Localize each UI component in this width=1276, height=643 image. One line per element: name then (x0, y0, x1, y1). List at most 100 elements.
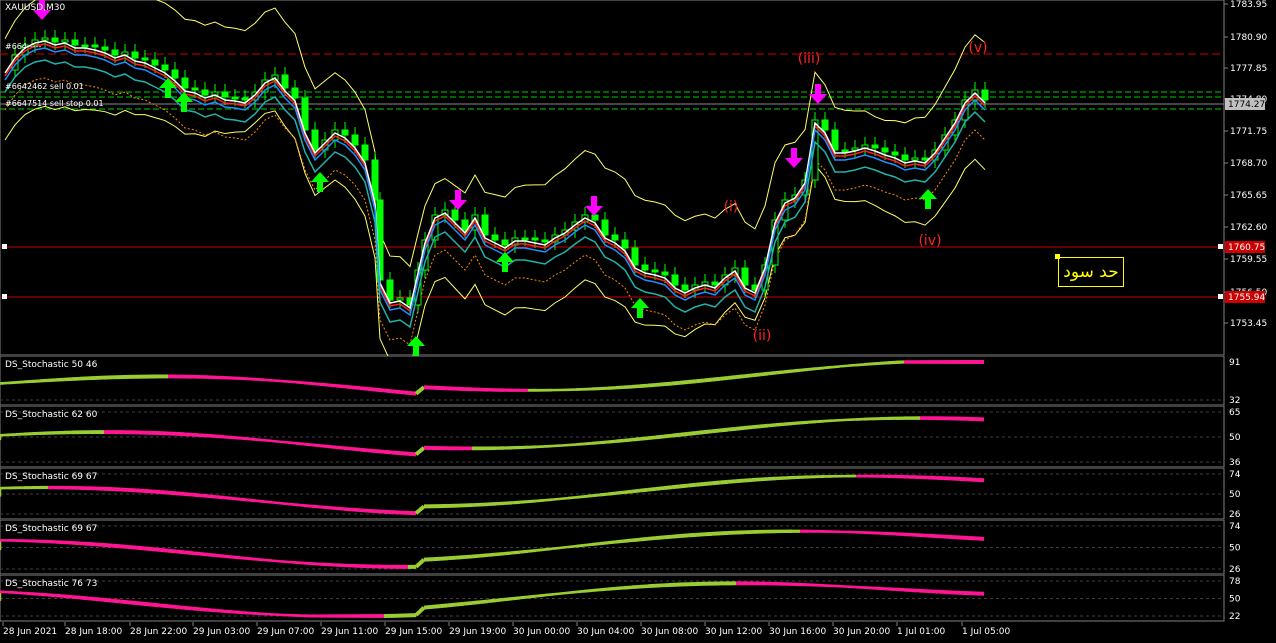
time-tick-label: 30 Jun 20:00 (833, 627, 890, 637)
stochastic-segment (208, 555, 216, 556)
indicator-pane-4[interactable]: 745026 DS_Stochastic 69 67 (0, 520, 1276, 575)
stochastic-segment (440, 558, 448, 559)
order-label-3: #6642462 sell 0.01 (5, 82, 84, 91)
stochastic-chart-5[interactable]: 785022 (0, 575, 1276, 622)
stochastic-segment (656, 537, 664, 538)
stochastic-segment (688, 433, 696, 434)
stochastic-segment (544, 594, 552, 595)
stochastic-segment (536, 500, 544, 501)
stochastic-segment (616, 541, 624, 542)
stochastic-segment (640, 438, 648, 439)
stochastic-segment (576, 591, 584, 592)
stochastic-segment (696, 432, 704, 433)
stochastic-segment (648, 437, 656, 438)
stochastic-segment (224, 498, 232, 499)
annotation-box[interactable]: حد سود (1058, 257, 1124, 287)
stochastic-segment (688, 485, 696, 486)
indicator-axis-label: 50 (1229, 544, 1241, 554)
stochastic-segment (712, 483, 720, 484)
stochastic-segment (488, 600, 496, 601)
stochastic-chart-3[interactable]: 745026 (0, 468, 1276, 520)
candle-body (132, 52, 138, 58)
stochastic-segment (296, 382, 304, 383)
wave-label: (iv) (918, 233, 941, 249)
stochastic-segment (160, 550, 168, 551)
stochastic-segment (96, 599, 104, 600)
stochastic-segment (464, 556, 472, 557)
indicator-axis-label: 78 (1229, 577, 1241, 587)
stochastic-segment (672, 435, 680, 436)
stochastic-segment (232, 498, 240, 499)
price-tick-label: 1783.95 (1230, 0, 1267, 10)
stochastic-segment (496, 554, 504, 555)
price-chart[interactable]: (i)(ii)(iii)(iv)(v) 1783.951780.901777.8… (0, 0, 1276, 356)
stochastic-segment (208, 436, 216, 437)
stochastic-chart-2[interactable]: 655036 (0, 406, 1276, 468)
stochastic-segment (472, 602, 480, 603)
indicator-axis-label: 26 (1229, 565, 1241, 575)
stochastic-segment (616, 492, 624, 493)
stochastic-segment (560, 593, 568, 594)
stochastic-segment (512, 598, 520, 599)
stochastic-segment (584, 443, 592, 444)
stochastic-segment (112, 546, 120, 547)
stochastic-segment (616, 588, 624, 589)
indicator-pane-3[interactable]: 745026 DS_Stochastic 69 67 (0, 468, 1276, 520)
price-tick-label: 1765.65 (1230, 191, 1267, 201)
stochastic-segment (552, 548, 560, 549)
symbol-label: XAUUSD,M30 (5, 3, 65, 13)
stochastic-segment (376, 451, 384, 452)
stochastic-segment (280, 442, 288, 443)
stochastic-segment (440, 605, 448, 606)
stochastic-segment (752, 426, 760, 427)
stochastic-segment (144, 548, 152, 549)
indicator-pane-5[interactable]: 785022 DS_Stochastic 76 73 (0, 575, 1276, 622)
annotation-anchor[interactable] (1055, 254, 1060, 259)
indicator-pane-1[interactable]: 9132 DS_Stochastic 50 46 (0, 356, 1276, 406)
stochastic-segment (592, 590, 600, 591)
stochastic-segment (168, 551, 176, 552)
stochastic-segment (504, 553, 512, 554)
annotation-text: حد سود (1063, 262, 1118, 282)
level-upper-label: 1760.75 (1228, 243, 1265, 253)
indicator-frame (0, 356, 1224, 405)
stochastic-segment (192, 553, 200, 554)
stochastic-segment (88, 544, 96, 545)
stochastic-segment (344, 387, 352, 388)
price-tick-label: 1759.55 (1230, 255, 1267, 265)
stochastic-segment (368, 450, 376, 451)
stochastic-segment (216, 555, 224, 556)
stochastic-segment (120, 546, 128, 547)
stochastic-segment (768, 373, 776, 374)
stochastic-segment (456, 557, 464, 558)
stochastic-segment (728, 429, 736, 430)
stochastic-segment (680, 535, 688, 536)
candle-body (842, 150, 848, 152)
stochastic-segment (320, 384, 328, 385)
stochastic-segment (432, 606, 440, 607)
stochastic-segment (720, 430, 728, 431)
candle-body (902, 155, 908, 160)
indicator-label-2: DS_Stochastic 62 60 (5, 410, 97, 420)
stochastic-segment (720, 482, 728, 483)
stochastic-segment (360, 388, 368, 389)
stochastic-segment (392, 452, 400, 453)
stochastic-segment (856, 364, 864, 365)
stochastic-segment (544, 549, 552, 550)
stochastic-chart-1[interactable]: 9132 (0, 356, 1276, 406)
time-tick-label: 30 Jun 08:00 (641, 627, 698, 637)
candle-body (882, 148, 888, 152)
candle-body (622, 240, 628, 248)
stochastic-segment (648, 538, 656, 539)
stochastic-segment (304, 444, 312, 445)
stochastic-segment (512, 502, 520, 503)
stochastic-segment (632, 386, 640, 387)
stochastic-segment (832, 366, 840, 367)
stochastic-segment (632, 587, 640, 588)
main-chart-pane[interactable]: (i)(ii)(iii)(iv)(v) 1783.951780.901777.8… (0, 0, 1276, 356)
stochastic-segment (144, 604, 152, 605)
indicator-pane-2[interactable]: 655036 DS_Stochastic 62 60 (0, 406, 1276, 468)
stochastic-segment (744, 427, 752, 428)
stochastic-chart-4[interactable]: 745026 (0, 520, 1276, 575)
stochastic-segment (520, 502, 528, 503)
